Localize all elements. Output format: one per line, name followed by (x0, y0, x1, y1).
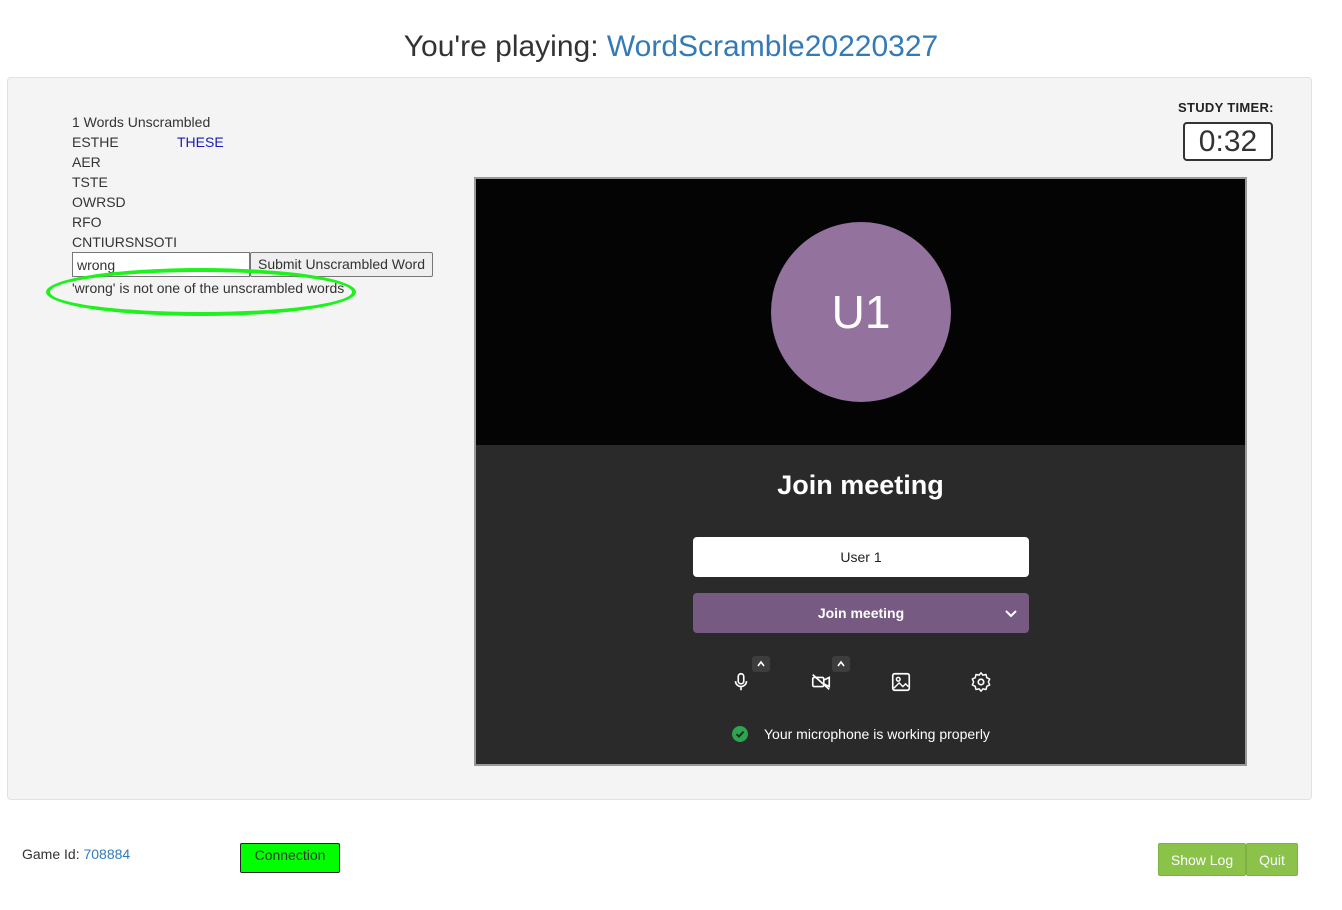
list-item: RFO (72, 212, 210, 232)
avatar: U1 (771, 222, 951, 402)
settings-button[interactable] (965, 666, 997, 698)
game-name-link[interactable]: WordScramble20220327 (607, 30, 938, 63)
quit-button[interactable]: Quit (1246, 843, 1298, 876)
list-item: OWRSD (72, 192, 210, 212)
list-item: ESTHE THESE (72, 132, 224, 152)
game-id-value: 708884 (83, 846, 131, 862)
list-item: AER (72, 152, 210, 172)
video-preview: U1 (476, 179, 1245, 445)
image-icon (891, 672, 911, 692)
scrambled-word: ESTHE (72, 134, 119, 150)
scrambled-word: CNTIURSNSOTI (72, 234, 177, 250)
study-timer-label: STUDY TIMER: (1178, 100, 1274, 115)
page-title-prefix: You're playing: (403, 30, 607, 63)
connection-status: Connection (240, 843, 340, 873)
chevron-down-icon[interactable] (1003, 605, 1019, 621)
page: You're playing: WordScramble20220327 1 W… (0, 0, 1342, 910)
scrambled-word: OWRSD (72, 194, 126, 210)
game-id-label: Game Id: (22, 846, 84, 862)
mic-status-text: Your microphone is working properly (764, 726, 990, 742)
background-button[interactable] (885, 666, 917, 698)
study-timer: 0:32 (1183, 122, 1273, 161)
chevron-up-icon (757, 660, 765, 667)
word-list: 1 Words Unscrambled ESTHE THESE AER TSTE… (72, 112, 224, 252)
list-item: TSTE (72, 172, 210, 192)
show-log-button[interactable]: Show Log (1158, 843, 1246, 876)
join-meeting-button[interactable]: Join meeting (693, 593, 1029, 633)
camera-options-button[interactable] (832, 656, 850, 672)
meeting-widget: U1 Join meeting User 1 Join meeting Your… (474, 177, 1247, 766)
microphone-icon (734, 672, 748, 691)
scrambled-word: TSTE (72, 174, 108, 190)
chevron-up-icon (837, 660, 845, 667)
solved-word: THESE (177, 134, 224, 150)
join-meeting-label: Join meeting (817, 605, 905, 621)
mic-options-button[interactable] (752, 656, 770, 672)
scrambled-word: RFO (72, 214, 102, 230)
scrambled-word: AER (72, 154, 101, 170)
gear-icon (971, 672, 991, 692)
meeting-title: Join meeting (777, 470, 944, 500)
list-item: CNTIURSNSOTI (72, 232, 210, 252)
highlight-annotation (46, 268, 356, 316)
display-name-input[interactable]: User 1 (693, 537, 1029, 577)
check-circle-icon (732, 726, 748, 742)
game-id: Game Id: 708884 (22, 846, 130, 862)
camera-off-icon (811, 674, 831, 690)
page-title: You're playing: WordScramble20220327 (0, 30, 1342, 64)
unscrambled-count: 1 Words Unscrambled (72, 114, 211, 130)
